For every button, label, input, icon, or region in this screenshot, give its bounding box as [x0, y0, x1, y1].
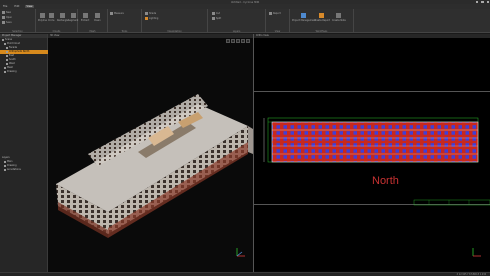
- clean-icon: [94, 13, 100, 18]
- checkbox-icon[interactable]: [2, 38, 4, 41]
- group-label: Visualization: [167, 29, 182, 33]
- project-tree: Scene Point Cloud Facade Orthophoto Nort…: [0, 38, 48, 74]
- split-button[interactable]: Split: [212, 17, 221, 20]
- segment-button[interactable]: Segment: [68, 13, 78, 22]
- tree-item[interactable]: Drawing: [0, 70, 48, 74]
- checkbox-icon[interactable]: [4, 66, 6, 69]
- new-button[interactable]: New: [2, 11, 11, 14]
- ribbon-group-workflows: Project Management Create Report Create …: [290, 9, 354, 33]
- group-label: Mesh: [89, 29, 96, 33]
- lighting-button[interactable]: Lighting: [145, 17, 158, 20]
- close-icon[interactable]: [486, 0, 489, 3]
- report-icon: [269, 12, 272, 15]
- checkbox-icon[interactable]: [6, 50, 8, 53]
- ribbon-group-view: Report View: [266, 9, 290, 33]
- menu-edit[interactable]: Edit: [13, 5, 20, 8]
- project-panel: Project Manager Scene Point Cloud Facade…: [0, 34, 48, 276]
- new-icon: [2, 11, 5, 14]
- polyline-icon: [39, 13, 45, 18]
- checkbox-icon[interactable]: [4, 168, 6, 171]
- checkbox-icon[interactable]: [4, 160, 6, 163]
- project-management-button[interactable]: Project Management: [292, 13, 316, 22]
- save-icon: [2, 21, 5, 24]
- open-button[interactable]: Open: [2, 16, 12, 19]
- checkbox-icon[interactable]: [6, 46, 8, 49]
- shade-button[interactable]: Shade: [145, 12, 156, 15]
- checkbox-icon[interactable]: [6, 54, 8, 57]
- extract-button[interactable]: Extract: [81, 13, 89, 22]
- group-label: Layers: [232, 29, 241, 33]
- shade-icon: [145, 12, 148, 15]
- minimize-icon[interactable]: [475, 0, 478, 3]
- point-cloud-building: [56, 94, 253, 238]
- axis-gizmo-icon: [236, 248, 245, 257]
- window-controls: [475, 0, 489, 3]
- facade-elevation-drawing: [263, 117, 490, 206]
- circle-icon: [48, 13, 54, 18]
- group-label: Tools: [121, 29, 128, 33]
- checkbox-icon[interactable]: [4, 164, 6, 167]
- open-icon: [2, 16, 5, 19]
- circle-button[interactable]: Circle: [48, 13, 54, 22]
- status-bar: X 12.345 Y 67.890 Z 1.234: [0, 272, 490, 276]
- maximize-icon[interactable]: [481, 0, 484, 3]
- cut-button[interactable]: Cut: [212, 12, 220, 15]
- measure-icon: [110, 12, 113, 15]
- project-icon: [301, 13, 307, 18]
- clean-button[interactable]: Clean: [94, 13, 101, 22]
- ribbon-toolbar: New Open Save Selection Polyline Circle …: [0, 9, 490, 33]
- axis-gizmo-icon: [472, 248, 481, 257]
- create-report-button[interactable]: Create Report: [314, 13, 330, 22]
- save-button[interactable]: Save: [2, 21, 12, 24]
- lighting-icon: [145, 17, 148, 20]
- cut-icon: [212, 12, 215, 15]
- menu-view[interactable]: View: [25, 5, 34, 8]
- ribbon-group-visualization: Shade Lighting Visualization: [142, 9, 208, 33]
- group-label: Selection: [12, 29, 23, 33]
- viewport-3d[interactable]: 3D View: [48, 34, 254, 276]
- viewport-ortho[interactable]: Ortho View North: [254, 34, 490, 276]
- segment-icon: [70, 13, 76, 18]
- group-label: Workflows: [315, 29, 328, 33]
- rectangle-icon: [60, 13, 66, 18]
- layer-item[interactable]: Annotations: [0, 168, 48, 172]
- checkbox-icon[interactable]: [6, 62, 8, 65]
- ribbon-group-tools: Measure Tools: [108, 9, 142, 33]
- checkbox-icon[interactable]: [4, 70, 6, 73]
- extract-icon: [82, 13, 88, 18]
- checkbox-icon[interactable]: [6, 58, 8, 61]
- layers-tree: Layers Main Drawing Annotations: [0, 156, 48, 172]
- menu-file[interactable]: File: [2, 5, 8, 8]
- ribbon-group-clouds: Polyline Circle Rectangle Segment Clouds: [36, 9, 78, 33]
- report-create-icon: [319, 13, 325, 18]
- rectangle-button[interactable]: Rectangle: [57, 13, 68, 22]
- group-label: Clouds: [52, 29, 61, 33]
- create-note-button[interactable]: Create Note: [332, 13, 346, 22]
- measure-button[interactable]: Measure: [110, 12, 124, 15]
- polyline-button[interactable]: Polyline: [38, 13, 47, 22]
- group-label: View: [274, 29, 281, 33]
- note-icon: [336, 13, 342, 18]
- ribbon-group-layers: Cut Split Layers: [208, 9, 266, 33]
- ribbon-group-selection: New Open Save Selection: [0, 9, 36, 33]
- ribbon-group-mesh: Extract Clean Mesh: [78, 9, 108, 33]
- checkbox-icon[interactable]: [4, 42, 6, 45]
- report-button[interactable]: Report: [269, 12, 281, 15]
- split-icon: [212, 17, 215, 20]
- north-label: North: [372, 175, 399, 187]
